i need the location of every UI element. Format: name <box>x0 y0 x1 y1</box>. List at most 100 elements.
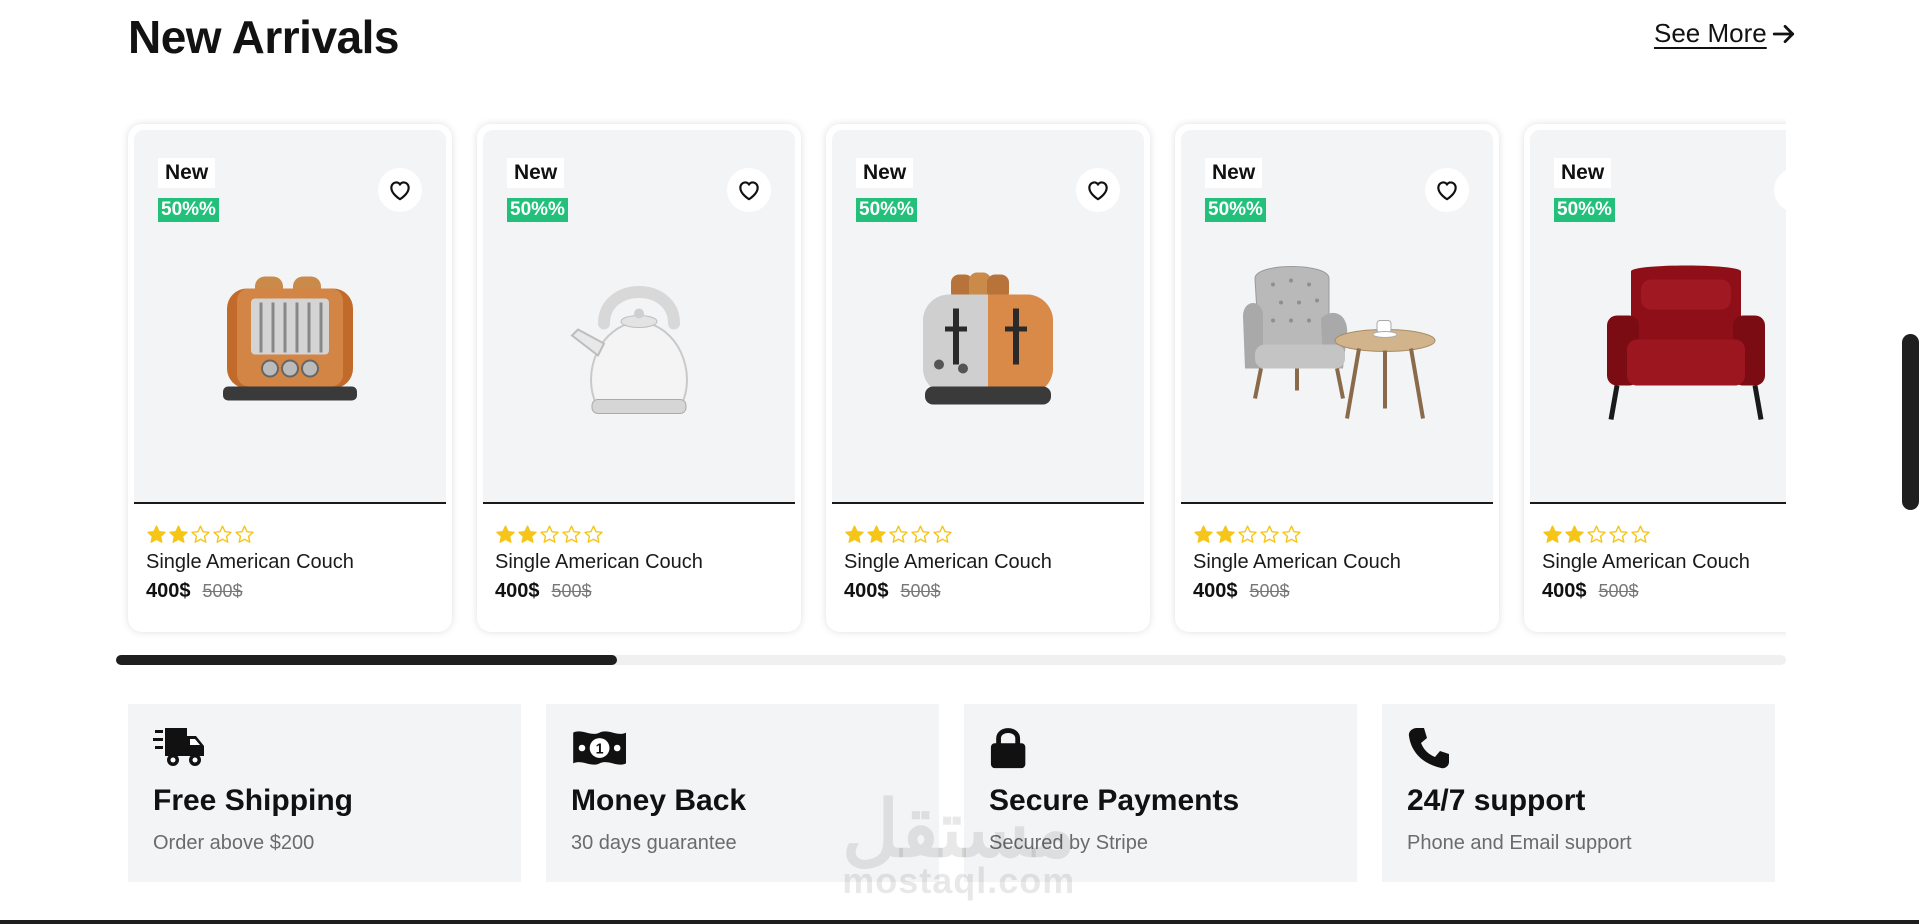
product-old-price: 500$ <box>1249 581 1290 601</box>
product-card[interactable]: New 50%% Single American Couch 400$ 500$ <box>826 124 1150 632</box>
price-row: 400$ 500$ <box>146 580 446 603</box>
star-icon <box>147 525 166 543</box>
product-name[interactable]: Single American Couch <box>844 551 1144 574</box>
product-image-chrome-toaster <box>913 268 1063 423</box>
feature-card: 24/7 support Phone and Email support <box>1382 704 1775 882</box>
wishlist-button[interactable] <box>1076 168 1120 212</box>
page-bottom-border <box>0 920 1919 924</box>
star-icon <box>867 525 886 543</box>
product-card[interactable]: New 50%% Single American Couch 400$ 500$ <box>477 124 801 632</box>
discount-badge: 50%% <box>856 198 917 222</box>
star-icon <box>1565 525 1584 543</box>
discount-badge: 50%% <box>1554 198 1615 222</box>
star-rating <box>146 524 446 545</box>
page-scrollbar-thumb[interactable] <box>1902 334 1919 510</box>
star-icon <box>562 525 581 543</box>
product-image-area[interactable]: New 50%% <box>832 130 1144 504</box>
star-rating <box>1193 524 1493 545</box>
see-more-label: See More <box>1654 18 1767 48</box>
new-badge: New <box>507 158 565 188</box>
star-icon <box>1587 525 1606 543</box>
star-icon <box>191 525 210 543</box>
product-card[interactable]: New 50%% Single American Couch 400$ 500$ <box>1524 124 1786 632</box>
product-name[interactable]: Single American Couch <box>146 551 446 574</box>
wishlist-button[interactable] <box>1774 168 1786 212</box>
feature-title: 24/7 support <box>1407 784 1586 817</box>
star-icon <box>1543 525 1562 543</box>
product-image-area[interactable]: New 50%% <box>134 130 446 504</box>
carousel-scrollbar-thumb[interactable] <box>116 655 617 665</box>
feature-title: Secure Payments <box>989 784 1240 817</box>
feature-card: Secure Payments Secured by Stripe <box>964 704 1357 882</box>
feature-title: Money Back <box>571 784 747 817</box>
product-card[interactable]: New 50%% Single American Couch 400$ 500$ <box>128 124 452 632</box>
price-row: 400$ 500$ <box>1542 580 1786 603</box>
product-price: 400$ <box>1542 580 1587 602</box>
features-row: Free Shipping Order above $200 1 Money B… <box>128 704 1775 882</box>
star-rating <box>844 524 1144 545</box>
price-row: 400$ 500$ <box>495 580 795 603</box>
star-icon <box>235 525 254 543</box>
carousel-track: New 50%% Single American Couch 400$ 500$… <box>120 118 1786 632</box>
phone-icon <box>1407 724 1750 772</box>
product-price: 400$ <box>1193 580 1238 602</box>
product-price: 400$ <box>495 580 540 602</box>
product-image-red-armchair <box>1601 263 1771 428</box>
discount-badge: 50%% <box>158 198 219 222</box>
price-row: 400$ 500$ <box>1193 580 1493 603</box>
star-icon <box>496 525 515 543</box>
carousel-scrollbar[interactable] <box>116 655 1786 665</box>
star-icon <box>518 525 537 543</box>
star-icon <box>1260 525 1279 543</box>
star-icon <box>1609 525 1628 543</box>
star-icon <box>584 525 603 543</box>
heart-icon <box>739 181 759 201</box>
price-row: 400$ 500$ <box>844 580 1144 603</box>
wishlist-button[interactable] <box>378 168 422 212</box>
wishlist-button[interactable] <box>727 168 771 212</box>
product-name[interactable]: Single American Couch <box>1193 551 1493 574</box>
see-more-link[interactable]: See More <box>1654 18 1797 49</box>
svg-text:1: 1 <box>596 741 604 757</box>
feature-card: 1 Money Back 30 days guarantee <box>546 704 939 882</box>
wishlist-button[interactable] <box>1425 168 1469 212</box>
product-image-armchair-with-table <box>1237 258 1437 433</box>
product-old-price: 500$ <box>1598 581 1639 601</box>
star-icon <box>845 525 864 543</box>
product-name[interactable]: Single American Couch <box>1542 551 1786 574</box>
arrow-right-icon <box>1772 24 1794 43</box>
product-price: 400$ <box>844 580 889 602</box>
star-icon <box>213 525 232 543</box>
feature-subtitle: Phone and Email support <box>1407 832 1632 854</box>
star-icon <box>1282 525 1301 543</box>
product-image-copper-toaster <box>215 268 365 423</box>
star-icon <box>1631 525 1650 543</box>
product-price: 400$ <box>146 580 191 602</box>
star-icon <box>911 525 930 543</box>
product-image-area[interactable]: New 50%% <box>1181 130 1493 504</box>
star-rating <box>495 524 795 545</box>
new-badge: New <box>1205 158 1263 188</box>
feature-subtitle: 30 days guarantee <box>571 832 737 854</box>
lock-icon <box>989 724 1332 772</box>
product-old-price: 500$ <box>551 581 592 601</box>
heart-icon <box>1783 177 1786 203</box>
heart-icon <box>1088 181 1108 201</box>
discount-badge: 50%% <box>1205 198 1266 222</box>
product-carousel[interactable]: New 50%% Single American Couch 400$ 500$… <box>120 118 1786 638</box>
feature-card: Free Shipping Order above $200 <box>128 704 521 882</box>
product-card[interactable]: New 50%% Single American Couch 400$ 500$ <box>1175 124 1499 632</box>
section-title: New Arrivals <box>128 11 400 63</box>
heart-icon <box>1437 181 1457 201</box>
product-name[interactable]: Single American Couch <box>495 551 795 574</box>
star-icon <box>1216 525 1235 543</box>
product-image-area[interactable]: New 50%% <box>1530 130 1786 504</box>
feature-subtitle: Secured by Stripe <box>989 832 1148 854</box>
star-icon <box>540 525 559 543</box>
star-rating <box>1542 524 1786 545</box>
product-image-area[interactable]: New 50%% <box>483 130 795 504</box>
product-old-price: 500$ <box>202 581 243 601</box>
new-badge: New <box>1554 158 1612 188</box>
star-icon <box>933 525 952 543</box>
discount-badge: 50%% <box>507 198 568 222</box>
